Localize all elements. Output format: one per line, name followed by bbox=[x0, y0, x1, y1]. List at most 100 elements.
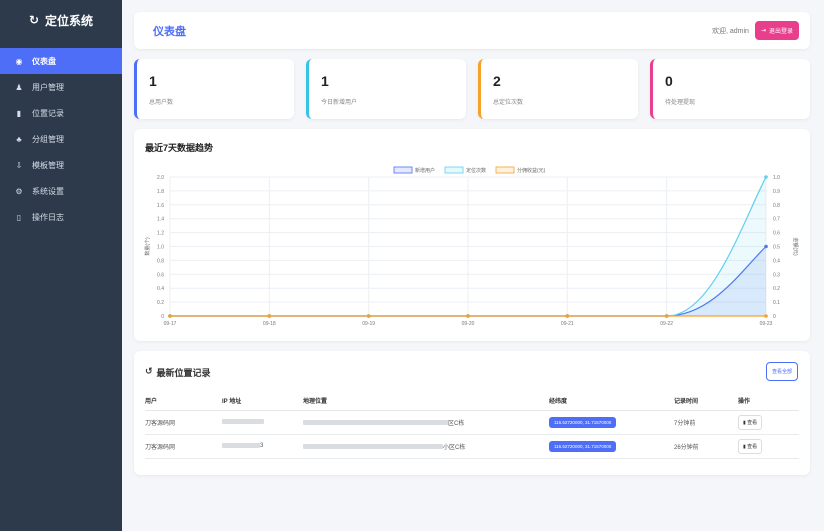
download-icon: ⇩ bbox=[15, 160, 23, 170]
users-icon: ♟ bbox=[15, 82, 23, 92]
view-all-button[interactable]: 查看全部 bbox=[765, 362, 798, 381]
view-record-button[interactable]: ▮ 查看 bbox=[738, 414, 763, 430]
clipboard-icon: ▯ bbox=[16, 212, 22, 222]
data-point bbox=[664, 314, 669, 318]
stat-label: 待处理提现 bbox=[665, 100, 696, 106]
trend-line-chart: 2.0 1.8 1.6 1.4 1.2 1.0 0.8 0.6 0.4 0.2 0 1.0 0.9 0.8… bbox=[144, 166, 799, 327]
legend-label: 定位次数 bbox=[466, 167, 486, 174]
y-tick-left: 1.8 bbox=[157, 189, 164, 195]
legend-label: 分佣收益(元) bbox=[517, 167, 546, 174]
main-content: 仪表盘 欢迎, admin ⇥ 退出登录 1 总用户数 1 今日新增用户 2 总定位次数… bbox=[134, 12, 810, 475]
y-tick-left: 1.2 bbox=[157, 231, 164, 237]
y-tick-right: 0.2 bbox=[773, 286, 780, 292]
welcome-text: 欢迎, admin bbox=[711, 27, 749, 35]
column-header-action: 操作 bbox=[738, 392, 799, 411]
coordinates-badge: 116.52720000, 31.71570000 bbox=[549, 440, 617, 452]
sidebar-item-location-records[interactable]: ▮ 位置记录 bbox=[0, 100, 122, 126]
y-tick-right: 0.4 bbox=[773, 258, 780, 264]
data-point bbox=[764, 175, 768, 179]
data-point bbox=[565, 314, 570, 318]
y-tick-right: 0.5 bbox=[773, 245, 780, 251]
y-tick-right: 0.1 bbox=[773, 300, 780, 306]
sidebar-item-templates[interactable]: ⇩ 模板管理 bbox=[0, 152, 122, 178]
stat-label: 总定位次数 bbox=[493, 100, 524, 106]
location-icon: ↻ bbox=[28, 13, 40, 27]
location-visible-text: 小区C栋 bbox=[443, 444, 466, 451]
sidebar-item-label: 模板管理 bbox=[32, 160, 64, 170]
cogs-icon: ⚙ bbox=[15, 186, 23, 196]
redacted-location bbox=[303, 420, 448, 426]
record-coordinates: 116.52720000, 31.71570000 bbox=[549, 434, 674, 459]
view-record-button[interactable]: ▮ 查看 bbox=[738, 438, 763, 454]
y-tick-left: 0.4 bbox=[157, 286, 164, 292]
records-title-text: 最新位置记录 bbox=[156, 368, 211, 378]
sidebar-item-users[interactable]: ♟ 用户管理 bbox=[0, 74, 122, 100]
stat-card-total-users: 1 总用户数 bbox=[134, 59, 294, 119]
sidebar: ↻ 定位系统 ◉ 仪表盘 ♟ 用户管理 ▮ 位置记录 ♣ 分组管理 ⇩ 模板管理 ⚙ 系统设… bbox=[0, 0, 122, 531]
sidebar-item-label: 位置记录 bbox=[32, 108, 64, 118]
data-point bbox=[267, 314, 272, 318]
record-user: 刀客源码网 bbox=[145, 410, 222, 435]
logout-button[interactable]: ⇥ 退出登录 bbox=[754, 21, 799, 40]
column-header-coordinates: 经纬度 bbox=[549, 392, 674, 411]
x-tick-label: 09-18 bbox=[263, 321, 276, 327]
y-tick-left: 0.2 bbox=[157, 300, 164, 306]
record-ip bbox=[222, 410, 303, 435]
column-header-time: 记录时间 bbox=[674, 392, 738, 411]
record-location: 小区C栋 bbox=[303, 434, 549, 459]
stat-card-total-locations: 2 总定位次数 bbox=[478, 59, 638, 119]
sidebar-item-logs[interactable]: ▯ 操作日志 bbox=[0, 204, 122, 230]
y-tick-right: 1.0 bbox=[773, 175, 780, 181]
logout-icon: ⇥ bbox=[760, 28, 766, 34]
y-tick-right: 0.7 bbox=[773, 217, 780, 223]
sidebar-item-groups[interactable]: ♣ 分组管理 bbox=[0, 126, 122, 152]
y-tick-right: 0.3 bbox=[773, 272, 780, 278]
y-tick-left: 0 bbox=[161, 314, 164, 320]
record-time: 7分钟前 bbox=[674, 410, 738, 435]
legend-swatch bbox=[495, 166, 515, 174]
record-coordinates: 116.52720000, 31.71570000 bbox=[549, 410, 674, 435]
record-location: 区C栋 bbox=[303, 410, 549, 435]
stat-card-new-users: 1 今日新增用户 bbox=[306, 59, 466, 119]
brand[interactable]: ↻ 定位系统 bbox=[0, 0, 122, 40]
dashboard-icon: ◉ bbox=[15, 56, 23, 66]
y-tick-right: 0.6 bbox=[773, 231, 780, 237]
sidebar-item-label: 分组管理 bbox=[32, 134, 64, 144]
y-tick-left: 2.0 bbox=[157, 175, 164, 181]
legend-label: 新增用户 bbox=[415, 167, 435, 174]
brand-name: 定位系统 bbox=[45, 13, 94, 28]
column-header-location: 地理位置 bbox=[303, 392, 549, 411]
y-tick-left: 0.8 bbox=[157, 258, 164, 264]
legend-swatch bbox=[393, 166, 413, 174]
record-ip: 3 bbox=[222, 434, 303, 459]
column-header-ip: IP 地址 bbox=[222, 392, 303, 411]
logout-label: 退出登录 bbox=[768, 29, 793, 35]
coordinates-badge: 116.52720000, 31.71570000 bbox=[549, 416, 617, 428]
x-tick-label: 09-21 bbox=[561, 321, 574, 327]
redacted-ip bbox=[222, 418, 264, 424]
table-header-row: 用户 IP 地址 地理位置 经纬度 记录时间 操作 bbox=[145, 392, 799, 411]
trend-chart-card: 最近7天数据趋势 2.0 1.8 1.6 1.4 1.2 1.0 0.8 0.6 0.4 0.2 0… bbox=[134, 129, 810, 341]
recent-location-records-card: ↺ 最新位置记录 查看全部 用户 IP 地址 地理位置 经纬度 记录时间 操作 刀… bbox=[134, 351, 810, 475]
map-icon: ▮ bbox=[16, 108, 22, 118]
sidebar-item-dashboard[interactable]: ◉ 仪表盘 bbox=[0, 48, 122, 74]
x-tick-label: 09-17 bbox=[164, 321, 177, 327]
legend-swatch bbox=[444, 166, 464, 174]
stat-value: 2 bbox=[493, 73, 501, 89]
table-row: 刀客源码网 区C栋 116.52720000, 31.71570000 7分钟前… bbox=[145, 410, 799, 435]
y-axis-label-left: 数量(个) bbox=[144, 237, 151, 256]
y-tick-right: 0 bbox=[773, 314, 776, 320]
records-table: 用户 IP 地址 地理位置 经纬度 记录时间 操作 刀客源码网 区C栋 116.… bbox=[145, 392, 799, 459]
y-tick-left: 1.0 bbox=[157, 245, 164, 251]
y-tick-left: 1.4 bbox=[157, 217, 164, 223]
stat-value: 1 bbox=[321, 73, 329, 89]
y-axis-label-right: 金额(元) bbox=[792, 237, 799, 256]
record-time: 26分钟前 bbox=[674, 434, 738, 459]
stat-value: 0 bbox=[665, 73, 673, 89]
view-label: 查看 bbox=[747, 419, 758, 426]
y-tick-right: 0.9 bbox=[773, 189, 780, 195]
sidebar-item-settings[interactable]: ⚙ 系统设置 bbox=[0, 178, 122, 204]
x-tick-label: 09-20 bbox=[462, 321, 475, 327]
page-title: 仪表盘 bbox=[153, 25, 186, 38]
sidebar-item-label: 仪表盘 bbox=[32, 56, 56, 66]
